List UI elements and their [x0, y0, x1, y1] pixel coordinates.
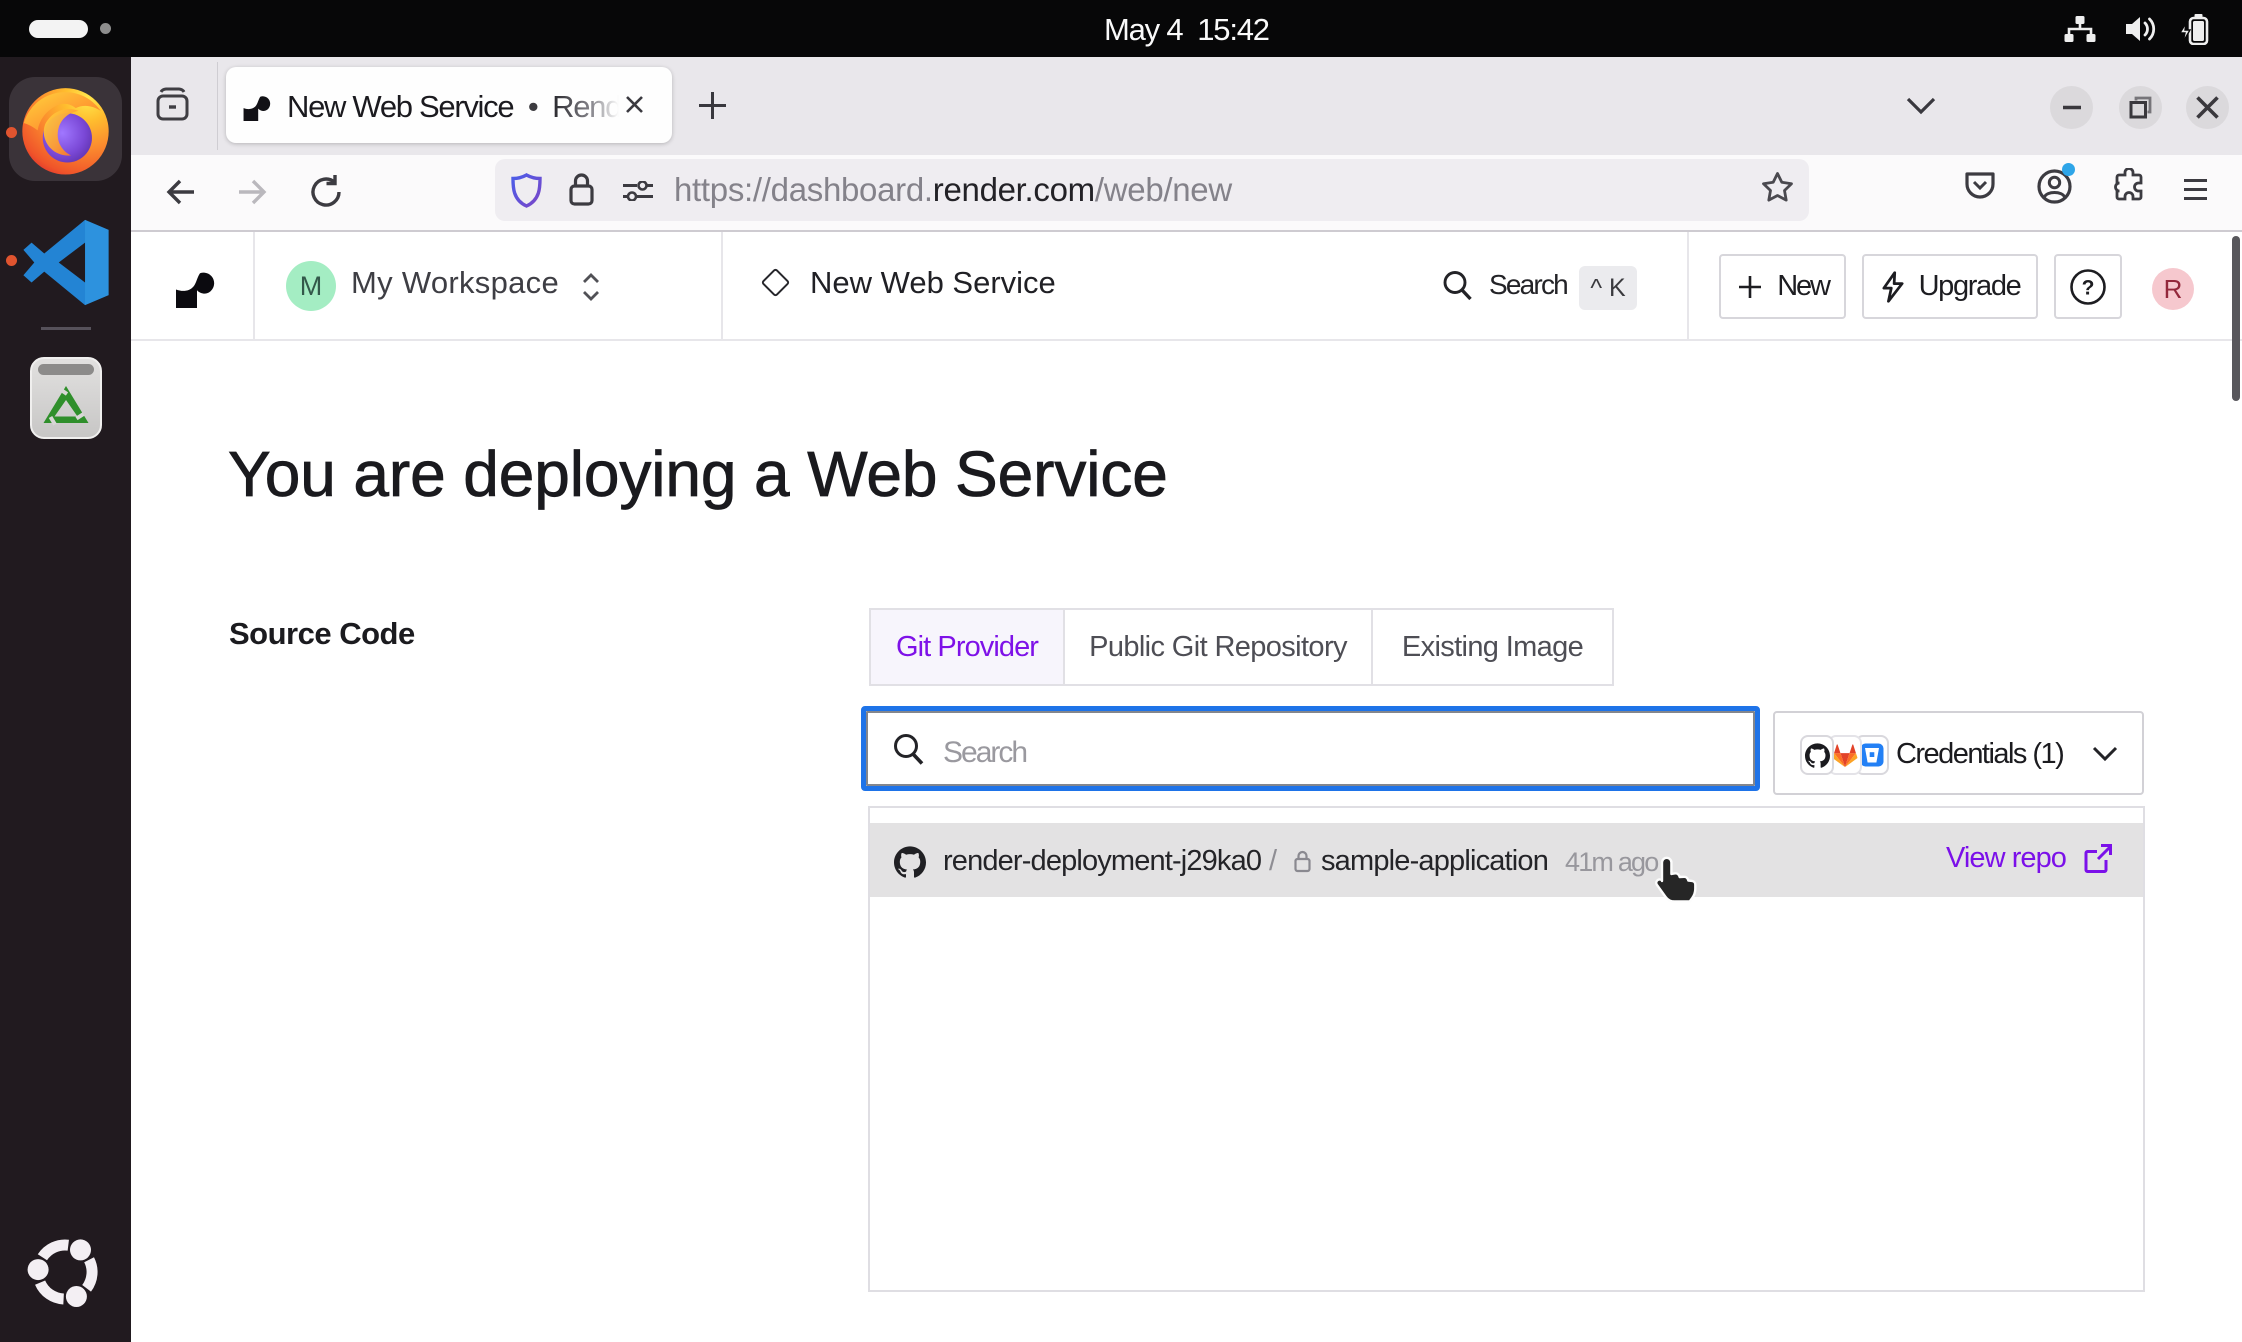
svg-text:?: ? — [2082, 276, 2095, 299]
